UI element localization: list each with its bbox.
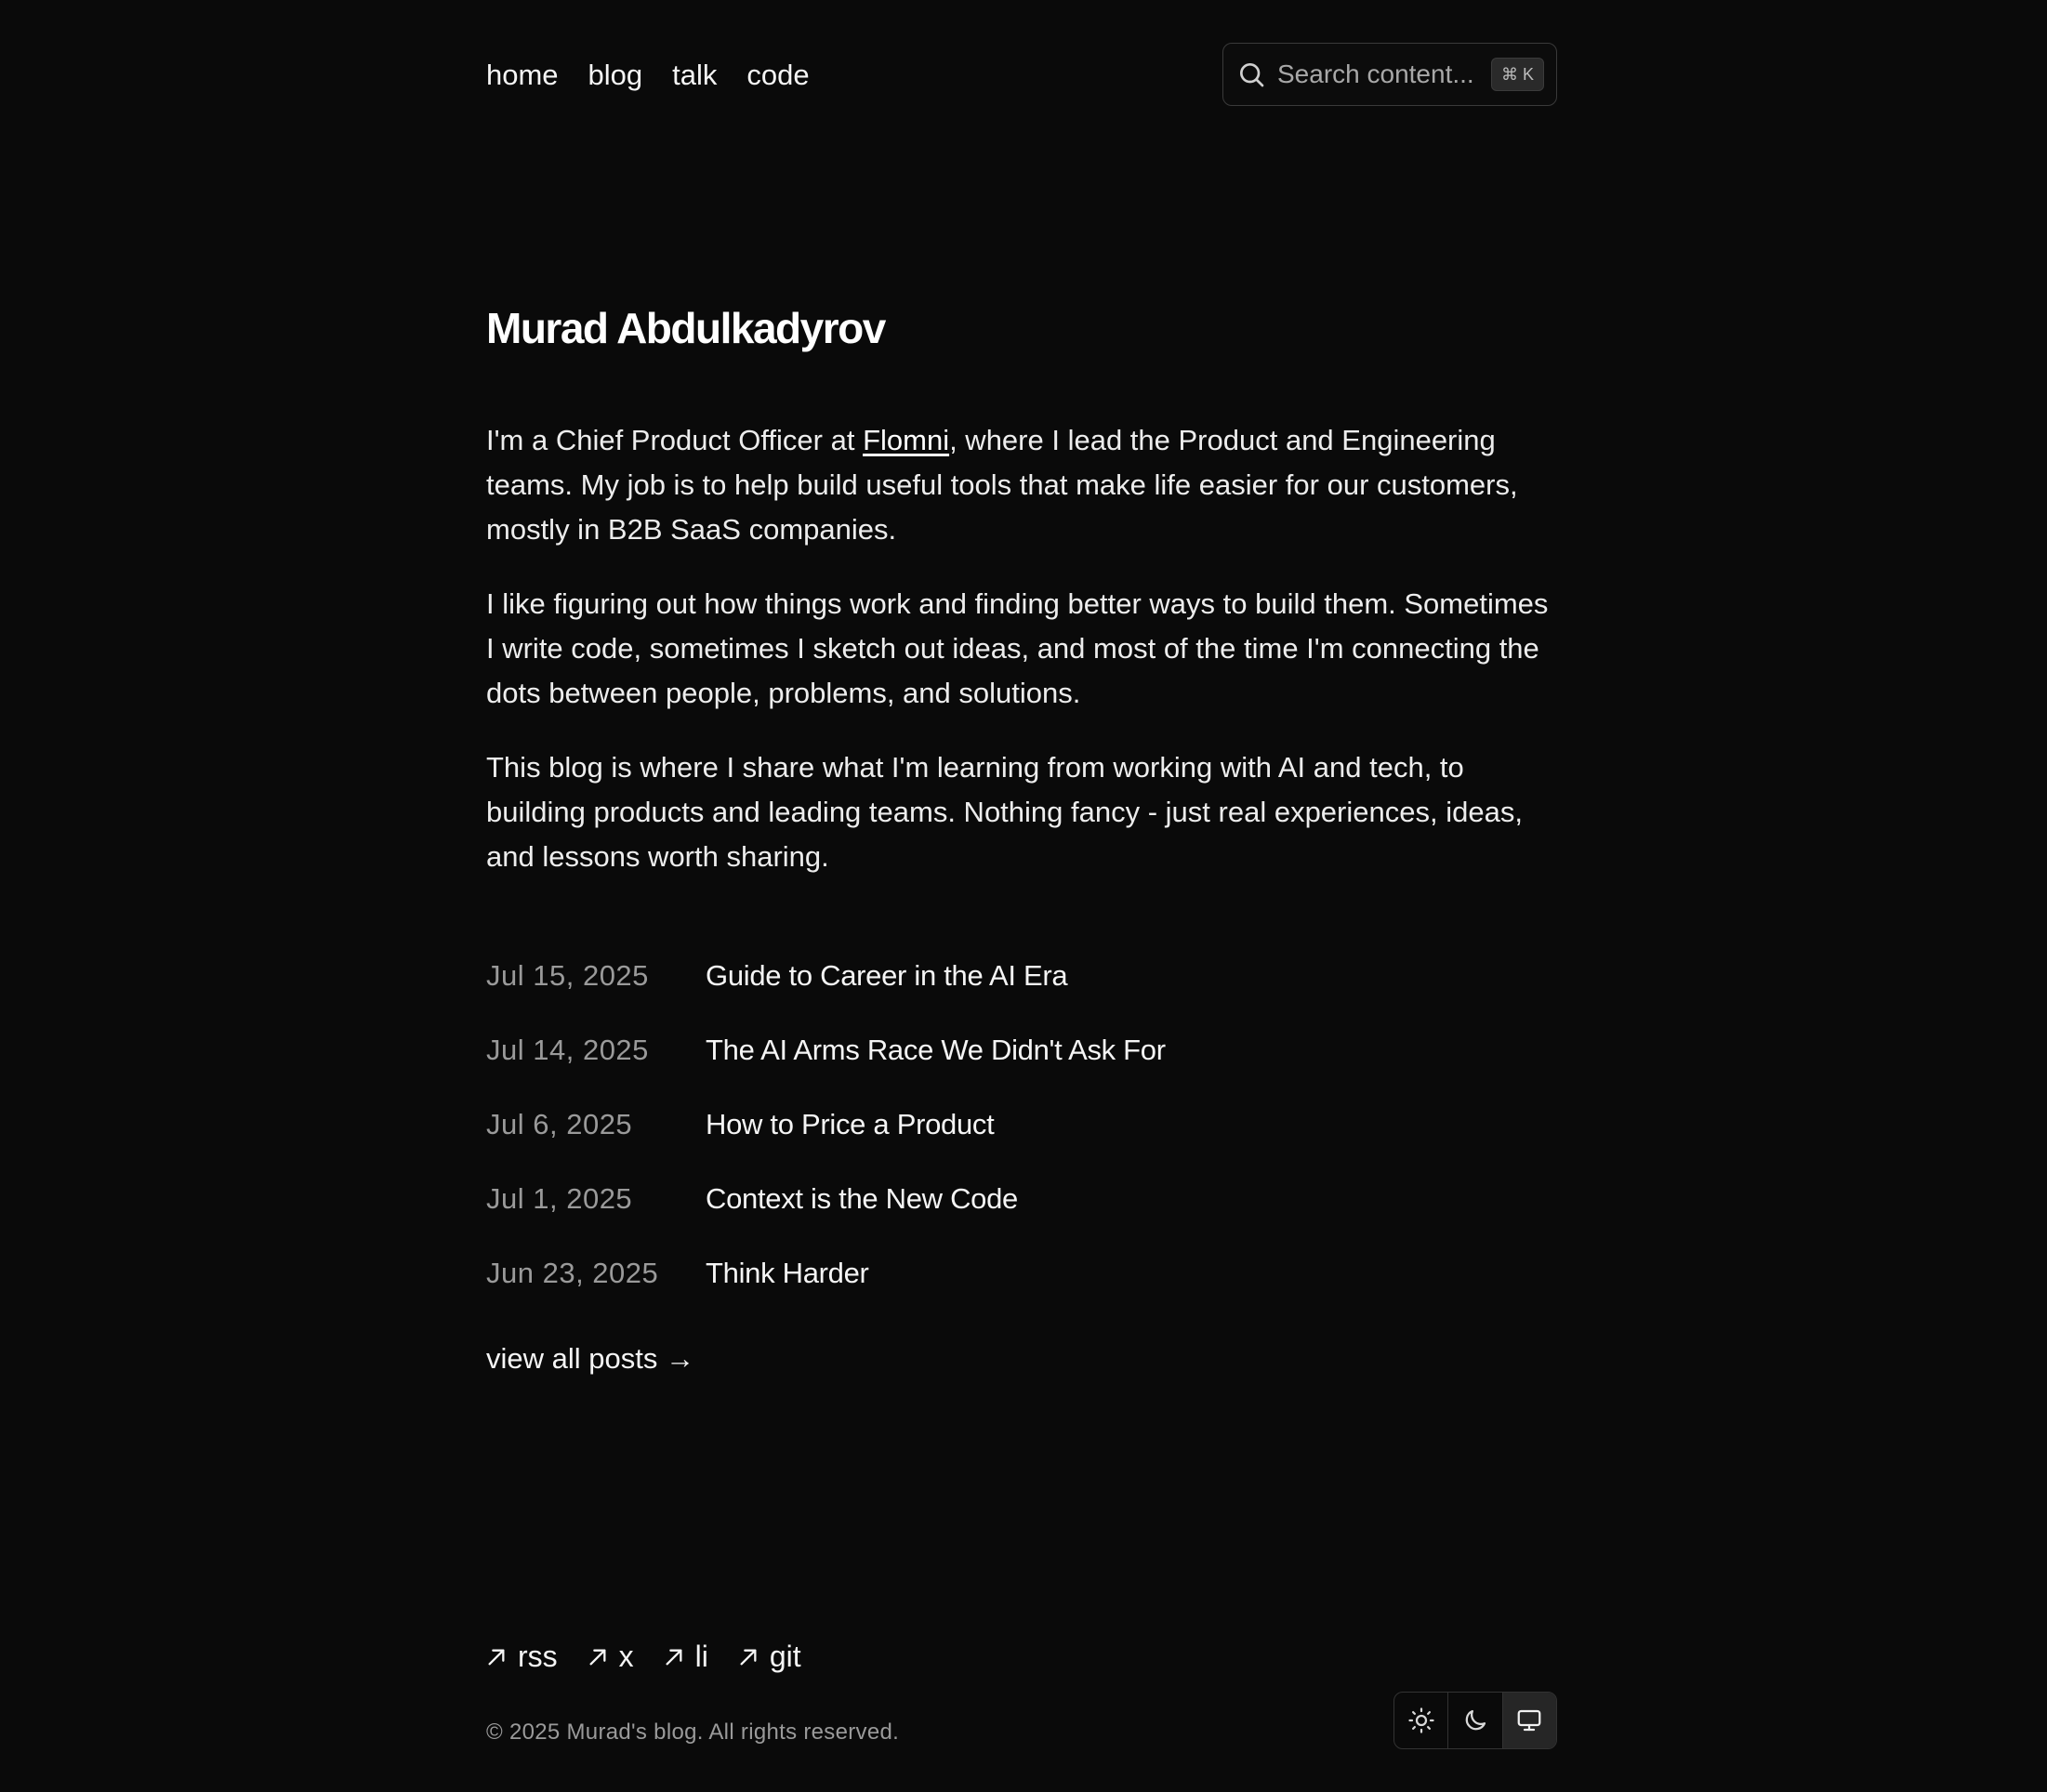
footer-link-x[interactable]: x (588, 1640, 634, 1674)
footer-link-label: x (618, 1640, 634, 1673)
nav-blog[interactable]: blog (588, 60, 643, 89)
bio-p1-before: I'm a Chief Product Officer at (486, 424, 864, 456)
search-placeholder: Search content... (1277, 59, 1474, 88)
theme-dark-button[interactable] (1448, 1693, 1503, 1748)
footer-link-li[interactable]: li (664, 1640, 708, 1674)
post-date: Jul 1, 2025 (486, 1182, 633, 1215)
post-date: Jul 14, 2025 (486, 1034, 649, 1066)
page: home blog talk code Search content... ⌘ … (0, 0, 2047, 1792)
sun-icon (1408, 1707, 1434, 1733)
post-item[interactable]: Jul 6, 2025 How to Price a Product (486, 1087, 1557, 1162)
theme-light-button[interactable] (1394, 1693, 1449, 1748)
footer-link-label: rss (518, 1640, 558, 1673)
company-link[interactable]: Flomni (863, 424, 949, 456)
arrow-up-right-icon (488, 1649, 505, 1665)
theme-system-button[interactable] (1502, 1693, 1556, 1748)
post-date: Jun 23, 2025 (486, 1257, 659, 1289)
search-icon (1240, 63, 1264, 87)
footer-links: rss x li git (486, 1640, 1557, 1674)
bio-paragraph-3: This blog is where I share what I'm lear… (486, 751, 1523, 873)
arrow-up-right-icon (666, 1649, 682, 1665)
view-all-posts-link[interactable]: view all posts → (486, 1342, 1557, 1376)
post-date: Jul 6, 2025 (486, 1108, 633, 1140)
post-item[interactable]: Jul 14, 2025 The AI Arms Race We Didn't … (486, 1013, 1557, 1087)
post-date: Jul 15, 2025 (486, 959, 649, 992)
search-shortcut-badge: ⌘ K (1490, 58, 1544, 91)
footer-link-label: git (769, 1640, 801, 1673)
nav-home[interactable]: home (486, 60, 559, 89)
moon-icon (1465, 1709, 1486, 1731)
post-item[interactable]: Jun 23, 2025 Think Harder (486, 1236, 1557, 1311)
post-title-link[interactable]: Context is the New Code (706, 1182, 1018, 1216)
arrow-up-right-icon (740, 1649, 757, 1665)
footer-link-label: li (694, 1640, 708, 1673)
page-title: Murad Abdulkadyrov (486, 304, 886, 352)
post-title-link[interactable]: How to Price a Product (706, 1108, 995, 1141)
post-title-link[interactable]: Guide to Career in the AI Era (706, 959, 1068, 993)
bio-paragraph-1: I'm a Chief Product Officer at Flomni, w… (486, 418, 1557, 552)
post-title-link[interactable]: Think Harder (706, 1257, 869, 1290)
monitor-icon (1517, 1709, 1541, 1732)
post-list: Jul 15, 2025 Guide to Career in the AI E… (486, 939, 1557, 1311)
arrow-up-right-icon (589, 1649, 606, 1665)
bio-paragraph-2: I like figuring out how things work and … (486, 587, 1549, 709)
nav-code[interactable]: code (746, 60, 809, 89)
bio: I'm a Chief Product Officer at Flomni, w… (486, 418, 1557, 909)
post-title-link[interactable]: The AI Arms Race We Didn't Ask For (706, 1034, 1166, 1067)
search-button[interactable]: Search content... ⌘ K (1222, 43, 1557, 106)
header: home blog talk code Search content... ⌘ … (486, 43, 1557, 106)
post-item[interactable]: Jul 1, 2025 Context is the New Code (486, 1162, 1557, 1236)
theme-switcher (1393, 1692, 1557, 1749)
nav-talk[interactable]: talk (672, 60, 717, 89)
main-nav: home blog talk code (486, 60, 810, 89)
post-item[interactable]: Jul 15, 2025 Guide to Career in the AI E… (486, 939, 1557, 1013)
footer-link-rss[interactable]: rss (486, 1640, 558, 1674)
footer-link-git[interactable]: git (738, 1640, 801, 1674)
